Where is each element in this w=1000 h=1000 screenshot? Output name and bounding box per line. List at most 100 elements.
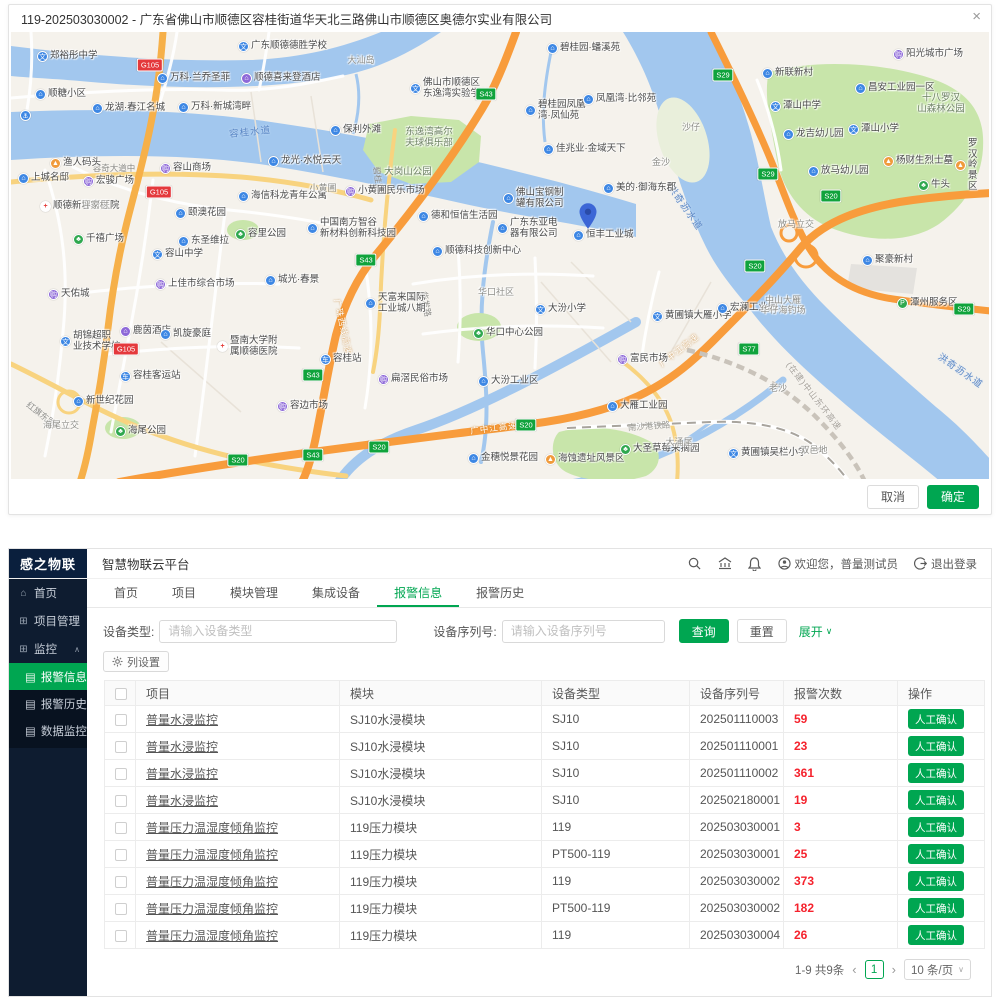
manual-confirm-button[interactable]: 人工确认 <box>908 709 964 729</box>
map-picker-modal: 119-202503030002 - 广东省佛山市顺德区容桂街道华天北三路佛山市… <box>8 4 992 515</box>
row-checkbox[interactable] <box>115 714 127 726</box>
notification-bell-icon[interactable] <box>748 557 762 571</box>
road-badge: S20 <box>227 454 248 467</box>
prev-page-button[interactable]: ‹ <box>852 962 856 977</box>
project-link[interactable]: 普量水浸监控 <box>146 740 218 754</box>
device-type-input[interactable] <box>159 620 397 643</box>
project-link[interactable]: 普量压力温湿度倾角监控 <box>146 821 278 835</box>
sidebar-item-首页[interactable]: ⌂首页 <box>9 579 87 607</box>
app-title: 智慧物联云平台 <box>87 549 688 578</box>
sidebar-item-报警信息[interactable]: ▤报警信息 <box>9 663 87 690</box>
expand-toggle[interactable]: 展开∨ <box>799 623 833 640</box>
tab-模块管理[interactable]: 模块管理 <box>213 579 295 607</box>
column-header: 模块 <box>340 681 542 706</box>
chevron-icon: ∧ <box>74 645 80 654</box>
checkbox-cell <box>105 706 136 733</box>
project-link[interactable]: 普量压力温湿度倾角监控 <box>146 902 278 916</box>
serial-cell: 202501110002 <box>690 760 784 787</box>
search-icon[interactable] <box>688 557 702 571</box>
tab-集成设备[interactable]: 集成设备 <box>295 579 377 607</box>
project-cell: 普量水浸监控 <box>136 733 340 760</box>
close-icon[interactable]: × <box>972 9 981 24</box>
manual-confirm-button[interactable]: 人工确认 <box>908 817 964 837</box>
action-cell: 人工确认 <box>898 922 985 949</box>
manual-confirm-button[interactable]: 人工确认 <box>908 790 964 810</box>
serial-cell: 202503030001 <box>690 841 784 868</box>
modal-title: 119-202503030002 - 广东省佛山市顺德区容桂街道华天北三路佛山市… <box>21 9 552 28</box>
row-checkbox[interactable] <box>115 876 127 888</box>
serial-cell: 202503030002 <box>690 895 784 922</box>
serial-input[interactable] <box>502 620 665 643</box>
tab-报警历史[interactable]: 报警历史 <box>459 579 541 607</box>
module-cell: 119压力模块 <box>340 814 542 841</box>
serial-cell: 202503030001 <box>690 814 784 841</box>
sidebar-subitem-label: 报警历史 <box>41 696 87 712</box>
row-checkbox[interactable] <box>115 741 127 753</box>
manual-confirm-button[interactable]: 人工确认 <box>908 736 964 756</box>
table-row: 普量压力温湿度倾角监控119压力模块PT500-1192025030300021… <box>105 895 985 922</box>
row-checkbox[interactable] <box>115 768 127 780</box>
alarm-count: 19 <box>794 793 807 807</box>
row-checkbox[interactable] <box>115 795 127 807</box>
user-menu[interactable]: 欢迎您，普量测试员 <box>778 556 899 572</box>
sidebar-item-监控[interactable]: ⊞监控∧ <box>9 635 87 663</box>
filter-bar: 设备类型: 设备序列号: 查询 重置 展开∨ <box>87 608 991 651</box>
checkbox-cell <box>105 922 136 949</box>
reset-button[interactable]: 重置 <box>737 619 787 643</box>
project-link[interactable]: 普量水浸监控 <box>146 767 218 781</box>
confirm-button[interactable]: 确定 <box>927 485 979 509</box>
row-checkbox[interactable] <box>115 822 127 834</box>
sidebar-item-数据监控[interactable]: ▤数据监控 <box>9 717 87 744</box>
chart-icon: ▤ <box>25 670 36 684</box>
count-cell: 25 <box>784 841 898 868</box>
chevron-down-icon: ∨ <box>826 626 833 637</box>
project-link[interactable]: 普量压力温湿度倾角监控 <box>146 929 278 943</box>
module-cell: 119压力模块 <box>340 895 542 922</box>
row-checkbox[interactable] <box>115 930 127 942</box>
project-cell: 普量压力温湿度倾角监控 <box>136 895 340 922</box>
road-badge: S29 <box>712 69 733 82</box>
action-cell: 人工确认 <box>898 760 985 787</box>
page-size-select[interactable]: 10 条/页 ∨ <box>904 959 971 980</box>
logout-button[interactable]: 退出登录 <box>914 556 977 572</box>
search-button[interactable]: 查询 <box>679 619 729 643</box>
road-badge: S43 <box>302 369 323 382</box>
welcome-text: 欢迎您，普量测试员 <box>795 556 899 572</box>
sidebar-item-报警历史[interactable]: ▤报警历史 <box>9 690 87 717</box>
grid-icon: ⊞ <box>18 644 29 655</box>
sidebar-item-项目管理[interactable]: ⊞项目管理∨ <box>9 607 87 635</box>
manual-confirm-button[interactable]: 人工确认 <box>908 871 964 891</box>
project-link[interactable]: 普量水浸监控 <box>146 713 218 727</box>
location-pin-icon[interactable] <box>580 203 597 229</box>
map-canvas[interactable]: 容桂水道洪奇沥水道洪奇沥水道容奇大道中碧桂路华发路红旗东路广珠西线高速广中江高速… <box>11 32 989 479</box>
manual-confirm-button[interactable]: 人工确认 <box>908 763 964 783</box>
row-checkbox[interactable] <box>115 849 127 861</box>
manual-confirm-button[interactable]: 人工确认 <box>908 844 964 864</box>
column-settings-button[interactable]: 列设置 <box>103 651 169 672</box>
select-all-checkbox[interactable] <box>115 688 127 700</box>
module-cell: SJ10水浸模块 <box>340 706 542 733</box>
project-link[interactable]: 普量压力温湿度倾角监控 <box>146 848 278 862</box>
count-cell: 23 <box>784 733 898 760</box>
checkbox-cell <box>105 733 136 760</box>
next-page-button[interactable]: › <box>892 962 896 977</box>
row-checkbox[interactable] <box>115 903 127 915</box>
alarm-count: 59 <box>794 712 807 726</box>
organization-icon[interactable] <box>718 557 732 571</box>
road-badge: S29 <box>953 303 974 316</box>
device-type-cell: SJ10 <box>542 787 690 814</box>
action-cell: 人工确认 <box>898 706 985 733</box>
brand-logo[interactable]: 感之物联 <box>9 549 87 578</box>
manual-confirm-button[interactable]: 人工确认 <box>908 898 964 918</box>
project-link[interactable]: 普量水浸监控 <box>146 794 218 808</box>
action-cell: 人工确认 <box>898 814 985 841</box>
manual-confirm-button[interactable]: 人工确认 <box>908 925 964 945</box>
cancel-button[interactable]: 取消 <box>867 485 919 509</box>
road-badge: S20 <box>368 441 389 454</box>
project-link[interactable]: 普量压力温湿度倾角监控 <box>146 875 278 889</box>
tab-首页[interactable]: 首页 <box>97 579 155 607</box>
tab-项目[interactable]: 项目 <box>155 579 213 607</box>
page-number-button[interactable]: 1 <box>865 960 884 979</box>
tab-报警信息[interactable]: 报警信息 <box>377 579 459 607</box>
device-type-label: 设备类型: <box>103 623 154 640</box>
